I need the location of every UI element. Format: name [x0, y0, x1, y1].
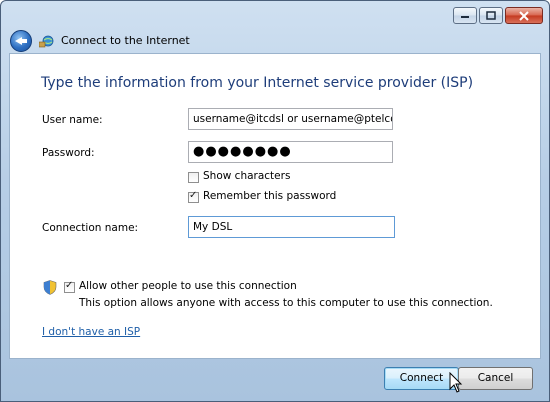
- back-arrow-icon[interactable]: [10, 30, 32, 52]
- password-label: Password:: [42, 147, 95, 159]
- allow-others-checkbox[interactable]: [64, 280, 75, 293]
- connect-button[interactable]: Connect: [384, 367, 459, 390]
- wizard-window: Connect to the Internet Type the informa…: [0, 0, 550, 402]
- no-isp-link[interactable]: I don't have an ISP: [42, 326, 140, 338]
- page-heading: Type the information from your Internet …: [41, 75, 474, 91]
- title-bar: [1, 1, 549, 29]
- connection-name-field[interactable]: My DSL: [188, 216, 395, 238]
- minimize-button[interactable]: [453, 7, 477, 24]
- navigation-bar: Connect to the Internet: [1, 29, 549, 53]
- allow-others-description: This option allows anyone with access to…: [79, 297, 493, 309]
- remember-password-checkbox[interactable]: [188, 190, 199, 203]
- wizard-title: Connect to the Internet: [61, 34, 190, 47]
- show-characters-checkbox[interactable]: [188, 172, 199, 183]
- close-icon: [519, 10, 529, 21]
- username-field[interactable]: username@itcdsl or username@ptelco-dsl: [188, 108, 393, 130]
- network-globe-icon: [39, 35, 54, 48]
- allow-others-label: Allow other people to use this connectio…: [79, 280, 297, 292]
- window-controls: [453, 7, 543, 24]
- cancel-button[interactable]: Cancel: [458, 367, 533, 390]
- uac-shield-icon: [43, 280, 57, 295]
- close-button[interactable]: [505, 7, 543, 24]
- minimize-icon: [461, 15, 469, 18]
- username-label: User name:: [42, 114, 103, 126]
- wizard-content: Type the information from your Internet …: [9, 53, 541, 359]
- maximize-icon: [486, 11, 496, 20]
- show-characters-label: Show characters: [203, 170, 291, 182]
- maximize-button[interactable]: [479, 7, 503, 24]
- password-field[interactable]: ●●●●●●●●: [188, 141, 393, 163]
- mouse-pointer-icon: [449, 372, 463, 393]
- remember-password-label: Remember this password: [203, 190, 337, 202]
- connection-name-label: Connection name:: [42, 222, 139, 234]
